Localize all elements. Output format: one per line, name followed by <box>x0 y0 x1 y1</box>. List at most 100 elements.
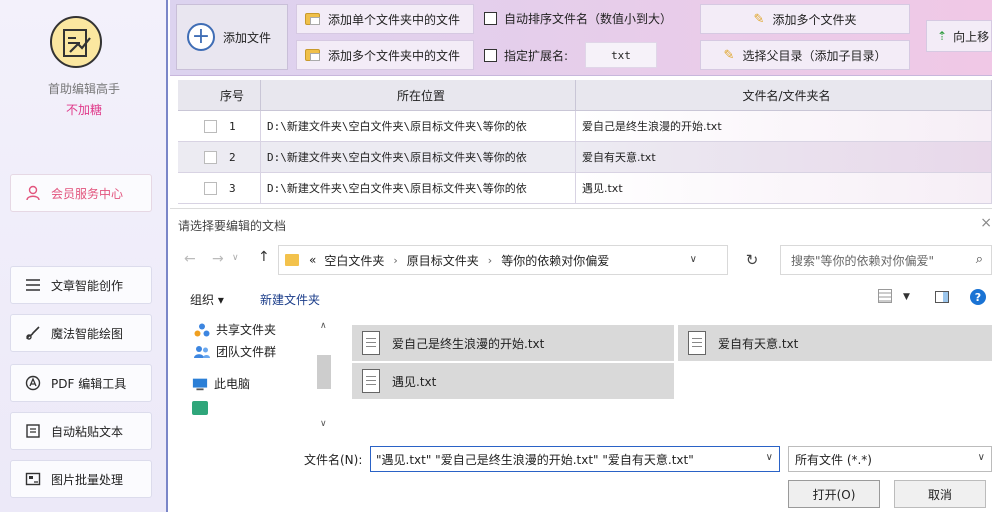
choose-parent-dir-button[interactable]: ✎ 选择父目录（添加子目录） <box>700 40 910 70</box>
network-icon <box>194 323 210 337</box>
toolbar: + 添加文件 添加单个文件夹中的文件 添加多个文件夹中的文件 自动排序文件名（数… <box>170 0 992 76</box>
organize-menu[interactable]: 组织 ▾ <box>190 291 224 308</box>
add-multi-folders-button[interactable]: ✎ 添加多个文件夹 <box>700 4 910 34</box>
chevron-down-icon[interactable]: ▼ <box>903 292 910 302</box>
file-item[interactable]: 爱自己是终生浪漫的开始.txt <box>352 325 674 361</box>
auto-sort-label: 自动排序文件名（数值小到大） <box>504 12 673 26</box>
app-name: 首助编辑高手 <box>47 82 120 96</box>
scroll-down-icon[interactable]: ∨ <box>320 419 327 429</box>
header-index[interactable]: 序号 <box>178 80 261 111</box>
table-header: 序号 所在位置 文件名/文件夹名 <box>178 80 992 111</box>
table-row[interactable]: 2 D:\新建文件夹\空白文件夹\原目标文件夹\等你的依 爱自有天意.txt <box>178 142 992 173</box>
breadcrumb-prefix: « <box>309 253 317 267</box>
navigation-tree: 共享文件夹 团队文件群 此电脑 <box>170 313 335 433</box>
app-shortcut-icon[interactable] <box>192 401 208 415</box>
filename-input[interactable]: "遇见.txt" "爱自己是终生浪漫的开始.txt" "爱自有天意.txt" ∨ <box>370 446 780 472</box>
sidebar-item-drawing[interactable]: 魔法智能绘图 <box>10 314 152 352</box>
sidebar-item-label: 文章智能创作 <box>51 278 124 293</box>
tree-item-label: 共享文件夹 <box>216 323 277 337</box>
new-folder-button[interactable]: 新建文件夹 <box>260 291 320 308</box>
row-path: D:\新建文件夹\空白文件夹\原目标文件夹\等你的依 <box>261 142 576 173</box>
cancel-button[interactable]: 取消 <box>894 480 986 508</box>
dialog-title: 请选择要编辑的文档 <box>178 219 287 233</box>
filename-label: 文件名(N): <box>304 453 363 467</box>
row-checkbox[interactable] <box>204 150 217 164</box>
scroll-thumb[interactable] <box>317 355 331 389</box>
plus-icon: + <box>187 23 215 51</box>
pencil-icon: ✎ <box>723 47 735 63</box>
row-name: 爱自己是终生浪漫的开始.txt <box>576 111 992 142</box>
table-row[interactable]: 3 D:\新建文件夹\空白文件夹\原目标文件夹\等你的依 遇见.txt <box>178 173 992 204</box>
app-logo-icon <box>50 16 102 68</box>
close-icon[interactable]: × <box>980 215 992 231</box>
group-icon <box>194 345 210 359</box>
back-arrow-icon[interactable]: ← <box>184 251 196 267</box>
header-path[interactable]: 所在位置 <box>261 80 576 111</box>
specify-ext-checkbox[interactable]: 指定扩展名: <box>484 47 568 64</box>
view-mode-icon[interactable] <box>878 289 892 303</box>
filetype-select[interactable]: 所有文件 (*.*) ∨ <box>788 446 992 472</box>
sidebar-item-label: 自动粘贴文本 <box>51 424 124 439</box>
row-path: D:\新建文件夹\空白文件夹\原目标文件夹\等你的依 <box>261 111 576 142</box>
user-icon <box>23 183 43 203</box>
chevron-down-icon[interactable]: ∨ <box>690 254 697 265</box>
sidebar-item-image[interactable]: 图片批量处理 <box>10 460 152 498</box>
folder-icon <box>305 49 320 61</box>
add-multi-folder-files-button[interactable]: 添加多个文件夹中的文件 <box>296 40 474 70</box>
file-item[interactable]: 遇见.txt <box>352 363 674 399</box>
breadcrumb-item[interactable]: 空白文件夹 <box>324 252 384 269</box>
ext-input[interactable]: txt <box>585 42 657 68</box>
add-single-folder-files-button[interactable]: 添加单个文件夹中的文件 <box>296 4 474 34</box>
open-button[interactable]: 打开(O) <box>788 480 880 508</box>
file-name: 爱自有天意.txt <box>718 336 799 351</box>
tree-item-this-pc[interactable]: 此电脑 <box>192 375 250 392</box>
sidebar-item-pdf[interactable]: PDF 编辑工具 <box>10 364 152 402</box>
text-file-icon <box>688 331 706 355</box>
breadcrumb-item[interactable]: 原目标文件夹 <box>407 252 479 269</box>
breadcrumb-item[interactable]: 等你的依赖对你偏爱 <box>501 252 609 269</box>
filetype-value: 所有文件 (*.*) <box>795 452 872 467</box>
forward-arrow-icon[interactable]: → <box>212 251 224 267</box>
row-checkbox[interactable] <box>204 181 217 195</box>
row-index: 3 <box>229 181 236 195</box>
chevron-down-icon[interactable]: ∨ <box>232 253 239 263</box>
chevron-down-icon[interactable]: ∨ <box>766 452 773 463</box>
open-file-dialog: 请选择要编辑的文档 × ← → ∨ ↑ « 空白文件夹 › 原目标文件夹 › 等… <box>170 208 992 512</box>
address-bar[interactable]: « 空白文件夹 › 原目标文件夹 › 等你的依赖对你偏爱 ∨ <box>278 245 728 275</box>
checkbox[interactable] <box>484 49 497 62</box>
refresh-icon[interactable]: ↻ <box>732 245 772 275</box>
tree-item-shared[interactable]: 共享文件夹 <box>194 321 276 338</box>
file-item[interactable]: 爱自有天意.txt <box>678 325 992 361</box>
row-path: D:\新建文件夹\空白文件夹\原目标文件夹\等你的依 <box>261 173 576 204</box>
computer-icon <box>192 377 208 391</box>
auto-sort-checkbox[interactable]: 自动排序文件名（数值小到大） <box>484 10 672 27</box>
file-name: 遇见.txt <box>392 374 437 389</box>
scroll-up-icon[interactable]: ∧ <box>320 321 327 331</box>
up-arrow-icon[interactable]: ↑ <box>258 249 270 265</box>
row-checkbox[interactable] <box>204 119 217 133</box>
add-file-label: 添加文件 <box>223 30 272 45</box>
tree-item-team[interactable]: 团队文件群 <box>194 343 276 360</box>
sidebar-item-paste[interactable]: 自动粘贴文本 <box>10 412 152 450</box>
checkbox[interactable] <box>484 12 497 25</box>
image-icon <box>23 469 43 489</box>
row-name: 爱自有天意.txt <box>576 142 992 173</box>
search-input[interactable]: 搜索"等你的依赖对你偏爱" ⌕ <box>780 245 992 275</box>
search-placeholder: 搜索"等你的依赖对你偏爱" <box>791 253 935 268</box>
choose-parent-dir-label: 选择父目录（添加子目录） <box>742 48 887 63</box>
member-center-button[interactable]: 会员服务中心 <box>10 174 152 212</box>
table-row[interactable]: 1 D:\新建文件夹\空白文件夹\原目标文件夹\等你的依 爱自己是终生浪漫的开始… <box>178 111 992 142</box>
filename-value: "遇见.txt" "爱自己是终生浪漫的开始.txt" "爱自有天意.txt" <box>376 452 694 467</box>
sidebar-item-article[interactable]: 文章智能创作 <box>10 266 152 304</box>
folder-icon <box>285 254 299 266</box>
move-up-label: 向上移 <box>953 29 990 44</box>
move-up-button[interactable]: ⇡ 向上移 <box>926 20 992 52</box>
add-file-button[interactable]: + 添加文件 <box>176 4 288 70</box>
sidebar-item-label: PDF 编辑工具 <box>51 376 127 391</box>
preview-pane-icon[interactable] <box>935 291 949 303</box>
file-name: 爱自己是终生浪漫的开始.txt <box>392 336 545 351</box>
app-status[interactable]: 不加糖 <box>0 101 168 118</box>
pencil-icon: ✎ <box>753 11 765 27</box>
header-name[interactable]: 文件名/文件夹名 <box>576 80 992 111</box>
help-icon[interactable]: ? <box>970 289 986 305</box>
